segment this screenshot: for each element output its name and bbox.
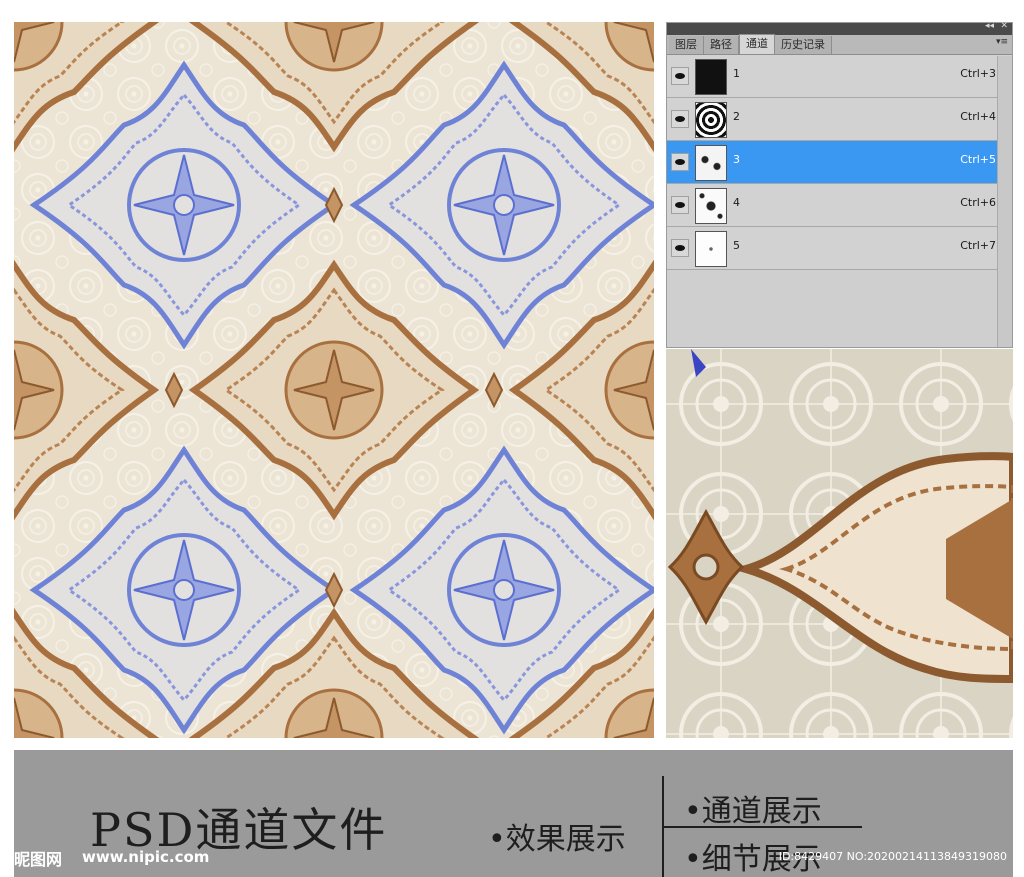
panel-menu-icon[interactable]: ▾≡ xyxy=(996,37,1008,47)
eye-icon[interactable] xyxy=(671,196,689,214)
close-icon[interactable]: ✕ xyxy=(1000,21,1008,31)
channel-row-4[interactable]: 4 Ctrl+6 xyxy=(667,184,1012,227)
eye-icon[interactable] xyxy=(671,67,689,85)
channel-thumbnail xyxy=(695,102,727,138)
panel-scrollbar[interactable] xyxy=(997,56,1012,347)
footer-banner: PSD通道文件 •效果展示 •通道展示 •细节展示 昵图网 www.nipic.… xyxy=(14,750,1013,877)
channel-shortcut: Ctrl+7 xyxy=(960,239,996,252)
eye-icon[interactable] xyxy=(671,110,689,128)
detail-svg xyxy=(666,349,1013,738)
channel-shortcut: Ctrl+6 xyxy=(960,196,996,209)
eye-icon[interactable] xyxy=(671,153,689,171)
panel-titlebar: ◂◂ ✕ xyxy=(667,21,1012,35)
tab-channels[interactable]: 通道 xyxy=(739,34,775,54)
channel-label: •通道展示 xyxy=(684,794,822,829)
tab-paths[interactable]: 路径 xyxy=(704,36,739,54)
channel-name: 2 xyxy=(733,110,740,123)
channel-row-3[interactable]: 3 Ctrl+5 xyxy=(667,141,1012,184)
channel-row-1[interactable]: 1 Ctrl+3 xyxy=(667,55,1012,98)
channel-row-2[interactable]: 2 Ctrl+4 xyxy=(667,98,1012,141)
watermark-id: ID:8429407 NO:20200214113849319080 xyxy=(778,850,1007,863)
channel-name: 3 xyxy=(733,153,740,166)
panel-tabs: 图层 路径 通道 历史记录 ▾≡ xyxy=(667,34,1012,55)
channel-shortcut: Ctrl+3 xyxy=(960,67,996,80)
detail-zoom-image xyxy=(666,349,1013,738)
pattern-svg xyxy=(14,22,654,738)
preview-canvas: ◂◂ ✕ 图层 路径 通道 历史记录 ▾≡ 1 Ctrl+3 2 Ctrl+4 … xyxy=(0,0,1024,877)
channel-thumbnail xyxy=(695,59,727,95)
watermark-url: www.nipic.com xyxy=(82,848,210,866)
channels-panel: ◂◂ ✕ 图层 路径 通道 历史记录 ▾≡ 1 Ctrl+3 2 Ctrl+4 … xyxy=(666,21,1013,348)
channel-shortcut: Ctrl+4 xyxy=(960,110,996,123)
watermark-logo: 昵图网 xyxy=(14,850,63,869)
channel-thumbnail xyxy=(695,231,727,267)
tab-layers[interactable]: 图层 xyxy=(669,36,704,54)
double-chevron-icon[interactable]: ◂◂ xyxy=(985,21,994,31)
channel-name: 4 xyxy=(733,196,740,209)
pattern-effect-image xyxy=(14,22,654,738)
tab-history[interactable]: 历史记录 xyxy=(775,36,832,54)
channel-thumbnail xyxy=(695,145,727,181)
channel-name: 1 xyxy=(733,67,740,80)
channel-row-5[interactable]: 5 Ctrl+7 xyxy=(667,227,1012,270)
channel-name: 5 xyxy=(733,239,740,252)
effect-label: •效果展示 xyxy=(488,822,626,857)
eye-icon[interactable] xyxy=(671,239,689,257)
channel-thumbnail xyxy=(695,188,727,224)
channel-shortcut: Ctrl+5 xyxy=(960,153,996,166)
